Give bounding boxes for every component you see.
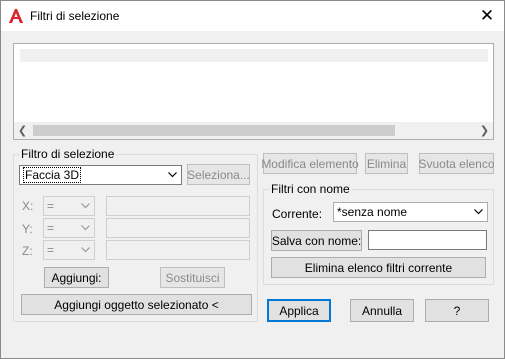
x-label: X: bbox=[22, 199, 34, 213]
add-selected-object-label: Aggiungi oggetto selezionato < bbox=[54, 297, 219, 312]
chevron-down-icon bbox=[77, 241, 94, 259]
autocad-logo-icon bbox=[9, 9, 23, 23]
seleziona-button[interactable]: Seleziona... bbox=[187, 164, 250, 185]
object-type-value: Faccia 3D bbox=[23, 167, 82, 183]
y-label: Y: bbox=[22, 222, 33, 236]
chevron-down-icon bbox=[164, 166, 181, 184]
chevron-down-icon bbox=[77, 197, 94, 215]
modifica-elemento-label: Modifica elemento bbox=[261, 156, 359, 171]
sostituisci-label: Sostituisci bbox=[165, 270, 220, 285]
close-button[interactable]: ✕ bbox=[470, 1, 504, 31]
annulla-button[interactable]: Annulla bbox=[350, 299, 414, 322]
filter-list[interactable]: ❮ ❯ bbox=[13, 43, 494, 140]
applica-button[interactable]: Applica bbox=[267, 299, 331, 322]
corrente-select[interactable]: *senza nome bbox=[333, 202, 488, 222]
selection-filter-label: Filtro di selezione bbox=[19, 147, 117, 161]
window-title: Filtri di selezione bbox=[30, 9, 120, 23]
help-button[interactable]: ? bbox=[425, 299, 489, 322]
z-label: Z: bbox=[22, 244, 33, 258]
save-name-input[interactable] bbox=[368, 230, 487, 250]
z-operator-select[interactable]: = bbox=[43, 240, 95, 260]
scroll-right-icon[interactable]: ❯ bbox=[476, 122, 493, 139]
add-selected-object-button[interactable]: Aggiungi oggetto selezionato < bbox=[21, 294, 252, 315]
svuota-elenco-label: Svuota elenco bbox=[418, 156, 495, 171]
chevron-down-icon bbox=[77, 219, 94, 237]
annulla-label: Annulla bbox=[361, 303, 403, 318]
named-filters-label: Filtri con nome bbox=[269, 182, 352, 196]
aggiungi-button[interactable]: Aggiungi: bbox=[44, 267, 109, 288]
filter-dialog: Filtri di selezione ✕ ❮ ❯ Filtro di sele… bbox=[0, 0, 505, 359]
x-value-field[interactable] bbox=[106, 196, 250, 216]
modifica-elemento-button[interactable]: Modifica elemento bbox=[261, 153, 359, 174]
z-value-field[interactable] bbox=[106, 240, 250, 260]
y-value-field[interactable] bbox=[106, 218, 250, 238]
y-operator-value: = bbox=[47, 221, 55, 235]
title-bar[interactable]: Filtri di selezione ✕ bbox=[1, 1, 504, 31]
aggiungi-label: Aggiungi: bbox=[51, 270, 102, 285]
y-operator-select[interactable]: = bbox=[43, 218, 95, 238]
delete-current-filter-list-label: Elimina elenco filtri corrente bbox=[304, 260, 453, 275]
scrollbar-thumb[interactable] bbox=[33, 125, 395, 136]
sostituisci-button[interactable]: Sostituisci bbox=[160, 267, 225, 288]
seleziona-label: Seleziona... bbox=[187, 167, 250, 182]
elimina-label: Elimina bbox=[366, 156, 407, 171]
list-item[interactable] bbox=[20, 49, 488, 62]
svuota-elenco-button[interactable]: Svuota elenco bbox=[418, 153, 495, 174]
applica-label: Applica bbox=[279, 303, 319, 318]
salva-con-nome-button[interactable]: Salva con nome: bbox=[271, 230, 362, 251]
close-icon: ✕ bbox=[479, 6, 495, 25]
delete-current-filter-list-button[interactable]: Elimina elenco filtri corrente bbox=[271, 257, 486, 278]
x-operator-value: = bbox=[47, 199, 55, 213]
horizontal-scrollbar[interactable]: ❮ ❯ bbox=[14, 122, 493, 139]
z-operator-value: = bbox=[47, 243, 55, 257]
corrente-value: *senza nome bbox=[337, 205, 408, 219]
scroll-left-icon[interactable]: ❮ bbox=[14, 122, 31, 139]
salva-con-nome-label: Salva con nome: bbox=[271, 233, 362, 248]
x-operator-select[interactable]: = bbox=[43, 196, 95, 216]
object-type-select[interactable]: Faccia 3D bbox=[19, 165, 182, 185]
help-label: ? bbox=[453, 303, 461, 318]
elimina-button[interactable]: Elimina bbox=[365, 153, 408, 174]
chevron-down-icon bbox=[470, 203, 487, 221]
corrente-label: Corrente: bbox=[272, 207, 323, 221]
